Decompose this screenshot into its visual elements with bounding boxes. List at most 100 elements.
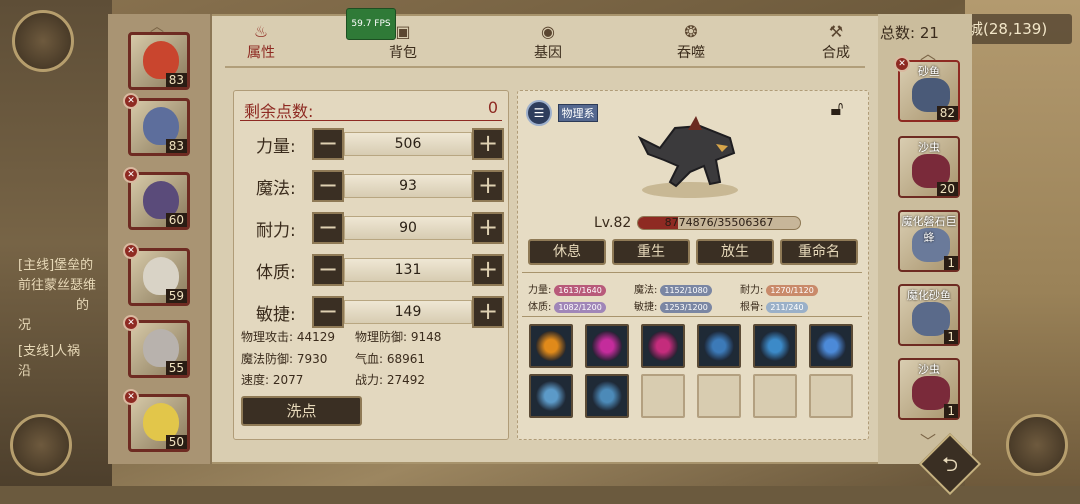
roster-pet-slot[interactable]: 魔化磐石巨蜂 1 (898, 210, 960, 272)
attribute-row: 耐力: −90 + (240, 212, 506, 244)
map-coordinates: 城(28,139) (960, 14, 1072, 44)
skill-slot[interactable] (809, 324, 853, 368)
increase-button[interactable]: + (472, 170, 504, 202)
party-member-portrait[interactable]: ✕ 59 (123, 243, 190, 306)
reset-points-button[interactable]: 洗点 (241, 396, 362, 426)
element-mark-icon: ✕ (123, 389, 139, 405)
skill-slot[interactable] (585, 324, 629, 368)
empty-skill-slot[interactable] (641, 374, 685, 418)
pet-level: Lv.82 (594, 215, 632, 231)
roster-pet-level: 82 (936, 106, 958, 120)
roster-pet-level: 20 (936, 182, 958, 196)
roster-pet-level: 1 (944, 330, 958, 344)
attribute-value: 90 (344, 216, 472, 240)
stat-phys-attack: 物理攻击: 44129 (241, 330, 336, 344)
quest-main[interactable]: [主线]堡垒的 前往蒙丝瑟维 的 况 (18, 256, 110, 336)
attribute-row: 体质: −131 + (240, 254, 506, 286)
decrease-button[interactable]: − (312, 254, 344, 286)
increase-button[interactable]: + (472, 296, 504, 328)
rename-button[interactable]: 重命名 (780, 239, 858, 265)
tab-attributes[interactable]: ♨ 属性 (231, 22, 291, 62)
pet-type-tag: 物理系 (558, 104, 598, 122)
roster-pet-name: 魔化磐石巨蜂 (901, 215, 957, 244)
stat-magic-defense: 魔法防御: 7930 (241, 352, 328, 366)
attribute-label: 力量: (256, 137, 296, 157)
tab-backpack-label: 背包 (389, 45, 417, 61)
rebirth-button[interactable]: 重生 (612, 239, 690, 265)
roster-pet-slot[interactable]: 沙虫 20 (898, 136, 960, 198)
roster-pet-slot[interactable]: 砂鱼 82 ✕ (894, 56, 960, 122)
decrease-button[interactable]: − (312, 128, 344, 160)
aptitude-value: 1253/1200 (660, 302, 712, 313)
roster-pet-level: 1 (944, 256, 958, 270)
aptitude-value: 1613/1640 (554, 285, 606, 296)
sun-skill-icon (536, 331, 566, 361)
aptitude-label: 力量: (528, 285, 552, 296)
aptitude-label: 耐力: (740, 285, 764, 296)
element-mark-icon: ✕ (123, 243, 139, 259)
party-member-portrait[interactable]: ✕ 83 (123, 93, 190, 156)
empty-skill-slot[interactable] (753, 374, 797, 418)
lock-icon[interactable]: 🔓︎ (824, 96, 850, 126)
ice-shard-skill-icon (536, 381, 566, 411)
tab-devour[interactable]: ❂ 吞噬 (661, 22, 721, 62)
tab-synthesis[interactable]: ⚒ 合成 (806, 22, 866, 62)
empty-skill-slot[interactable] (809, 374, 853, 418)
eye-icon: ◉ (541, 22, 555, 41)
attribute-label: 魔法: (256, 179, 296, 199)
skill-slot[interactable] (753, 324, 797, 368)
roster-pet-level: 1 (944, 404, 958, 418)
world-left-area (0, 0, 112, 486)
roster-pet-slot[interactable]: 魔化砂鱼 1 (898, 284, 960, 346)
party-member-portrait[interactable]: ✕ 55 (123, 315, 190, 378)
quest-side[interactable]: [支线]人祸 沿 (18, 342, 110, 382)
pet-aptitude: 敏捷: 1253/1200 (634, 298, 712, 313)
element-mark-icon: ✕ (123, 93, 139, 109)
aptitude-label: 根骨: (740, 302, 764, 313)
empty-skill-slot[interactable] (697, 374, 741, 418)
element-mark-icon: ✕ (894, 56, 910, 72)
skill-slot[interactable] (585, 374, 629, 418)
decrease-button[interactable]: − (312, 296, 344, 328)
skill-slot[interactable] (641, 324, 685, 368)
increase-button[interactable]: + (472, 128, 504, 160)
attribute-row: 敏捷: −149 + (240, 296, 506, 328)
party-member-portrait[interactable]: 83 (128, 32, 190, 90)
player-avatar-button[interactable] (12, 10, 74, 72)
decrease-button[interactable]: − (312, 170, 344, 202)
aptitude-value: 211/240 (766, 302, 808, 313)
skill-slot[interactable] (529, 324, 573, 368)
list-menu-icon[interactable]: ☰ (526, 100, 552, 126)
pet-aptitude: 根骨: 211/240 (740, 298, 808, 313)
tab-divider (225, 66, 865, 68)
roster-pet-name: 魔化砂鱼 (907, 289, 951, 302)
skill-slot[interactable] (529, 374, 573, 418)
skill-slot[interactable] (697, 324, 741, 368)
blue-orb-skill-icon (704, 331, 734, 361)
tab-gene[interactable]: ◉ 基因 (518, 22, 578, 62)
pet-aptitude: 力量: 1613/1640 (528, 281, 606, 296)
increase-button[interactable]: + (472, 212, 504, 244)
bottom-left-menu-button[interactable] (10, 414, 72, 476)
tab-gene-label: 基因 (534, 45, 562, 61)
wind-slash-skill-icon (592, 381, 622, 411)
aptitude-label: 体质: (528, 302, 552, 313)
party-member-portrait[interactable]: ✕ 50 (123, 389, 190, 452)
decrease-button[interactable]: − (312, 212, 344, 244)
attribute-value: 131 (344, 258, 472, 282)
magenta-claw-skill-icon (648, 331, 678, 361)
pet-sprite (637, 116, 738, 198)
rest-button[interactable]: 休息 (528, 239, 606, 265)
bag-icon: ▣ (395, 22, 411, 41)
party-member-level: 55 (165, 361, 187, 375)
tab-backpack[interactable]: ▣ 背包 (373, 22, 433, 62)
roster-pet-slot[interactable]: 沙虫 1 (898, 358, 960, 420)
home-button[interactable] (1006, 414, 1068, 476)
pet-shadow (642, 182, 738, 198)
increase-button[interactable]: + (472, 254, 504, 286)
release-button[interactable]: 放生 (696, 239, 774, 265)
aptitude-value: 1082/1200 (554, 302, 606, 313)
party-member-portrait[interactable]: ✕ 60 (123, 167, 190, 230)
world-right-area (965, 0, 1080, 486)
stat-power: 战力: 27492 (355, 373, 426, 387)
